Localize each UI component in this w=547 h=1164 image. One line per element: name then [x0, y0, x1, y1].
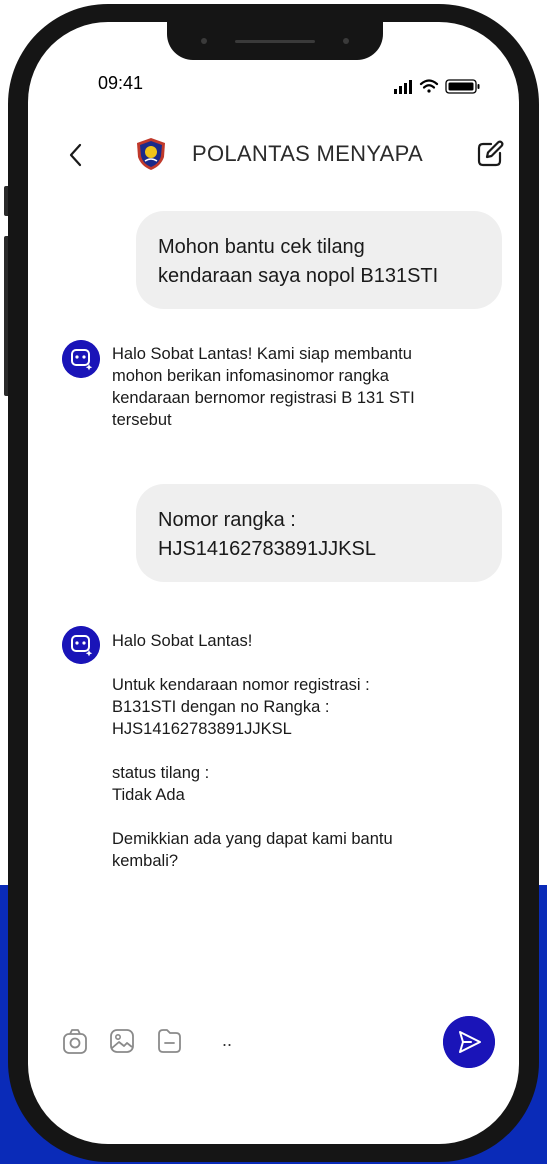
user-message: Mohon bantu cek tilang kendaraan saya no… — [136, 211, 502, 309]
user-message: Nomor rangka : HJS14162783891JJKSL — [136, 484, 502, 582]
chevron-left-icon[interactable] — [62, 140, 92, 170]
edit-icon[interactable] — [474, 138, 506, 170]
bot-message: Halo Sobat Lantas! Kami siap membantu mo… — [112, 345, 415, 429]
cellular-signal-icon — [394, 80, 412, 94]
camera-icon[interactable] — [60, 1026, 90, 1056]
message-input[interactable]: .. — [222, 1030, 232, 1051]
wifi-icon — [419, 79, 439, 93]
status-time: 09:41 — [98, 73, 144, 93]
status-icons — [394, 79, 480, 94]
bot-message: Halo Sobat Lantas! Untuk kendaraan nomor… — [112, 632, 393, 870]
send-icon[interactable] — [443, 1016, 495, 1068]
page-title: POLANTAS MENYAPA — [192, 141, 423, 166]
bot-avatar-icon — [62, 626, 100, 664]
polantas-logo — [137, 138, 165, 170]
phone-screen — [28, 22, 519, 1144]
file-icon[interactable] — [154, 1026, 184, 1056]
bot-avatar-icon — [62, 340, 100, 378]
image-icon[interactable] — [107, 1026, 137, 1056]
battery-icon — [445, 79, 480, 94]
phone-notch — [167, 22, 383, 60]
